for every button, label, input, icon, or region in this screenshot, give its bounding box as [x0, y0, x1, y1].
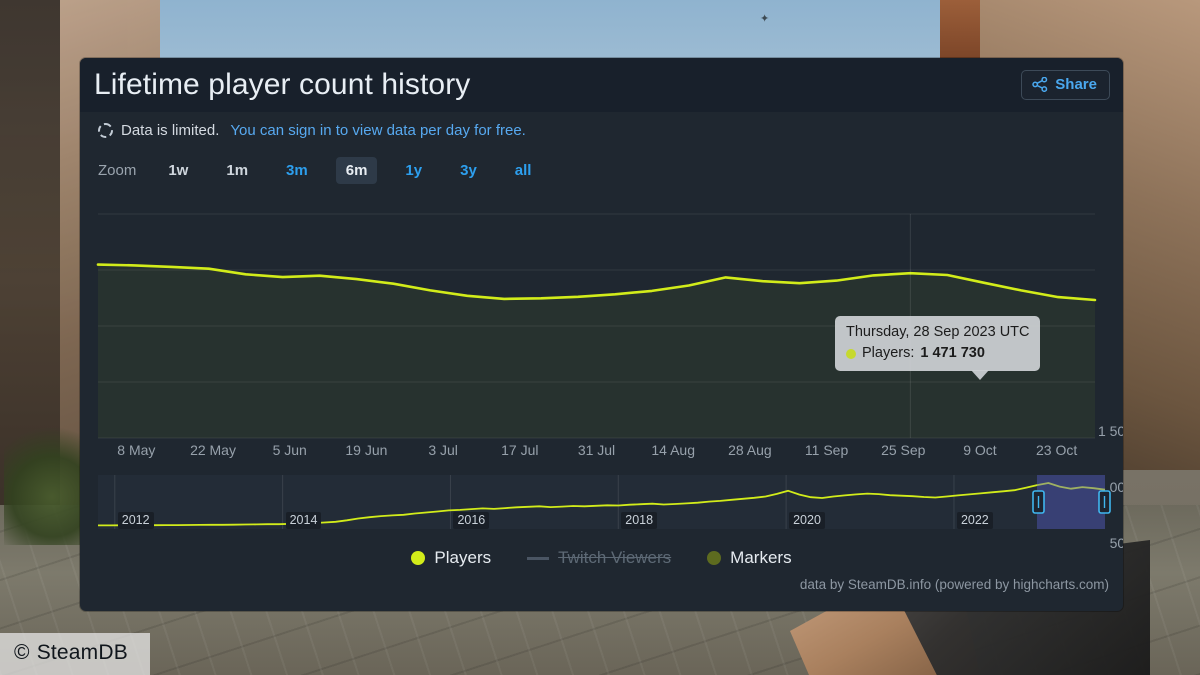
legend-label-markers: Markers [730, 548, 792, 567]
steamdb-watermark: © SteamDB [0, 633, 150, 675]
zoom-button-3y[interactable]: 3y [450, 157, 487, 184]
notice-text: Data is limited. [121, 122, 220, 139]
navigator-handle-right[interactable] [1098, 490, 1111, 514]
zoom-range-selector: Zoom 1w 1m 3m 6m 1y 3y all [80, 147, 1123, 187]
tooltip-series-dot [846, 348, 856, 359]
zoom-button-1m[interactable]: 1m [216, 157, 258, 184]
twitch-legend-dash-icon [527, 556, 550, 560]
chart-tooltip: Thursday, 28 Sep 2023 UTC Players: 1 471… [835, 316, 1040, 381]
navigator-selection-range[interactable] [1037, 475, 1105, 529]
markers-legend-dot-icon [707, 551, 722, 565]
navigator-year-2022: 2022 [956, 512, 993, 529]
legend-item-players[interactable]: Players [411, 548, 491, 568]
copyright-symbol: © [14, 641, 30, 664]
chart-credits[interactable]: data by SteamDB.info (powered by highcha… [80, 575, 1123, 592]
y-axis-label-500k: 500k [1109, 535, 1123, 551]
main-plot-area[interactable]: 1 500k 1 000k 500k 0 8 May 22 May 5 Jun … [80, 185, 1123, 551]
navigator-year-2014: 2014 [285, 512, 322, 529]
bird-icon: ✦ [760, 13, 770, 25]
chart-navigator[interactable]: 2012 2014 2016 2018 2020 2022 [80, 471, 1123, 537]
tooltip-series-row: Players: 1 471 730 [846, 343, 1030, 364]
zoom-button-all[interactable]: all [505, 157, 542, 184]
share-icon [1032, 77, 1048, 92]
sign-in-link[interactable]: You can sign in to view data per day for… [230, 122, 525, 139]
tooltip-value: 1 471 730 [920, 345, 985, 362]
zoom-button-6m[interactable]: 6m [335, 156, 378, 184]
zoom-label: Zoom [98, 161, 137, 179]
players-legend-dot-icon [411, 551, 426, 565]
legend-label-players: Players [434, 548, 492, 567]
loading-spinner-icon [98, 123, 113, 138]
navigator-year-2020: 2020 [789, 512, 825, 529]
y-axis-label-1500k: 1 500k [1097, 423, 1123, 439]
chart-legend: Players Twitch Viewers Markers [80, 541, 1123, 575]
legend-item-twitch-viewers[interactable]: Twitch Viewers [527, 548, 671, 568]
navigator-year-2018: 2018 [621, 512, 658, 529]
tooltip-date: Thursday, 28 Sep 2023 UTC [846, 324, 1030, 340]
navigator-handle-left[interactable] [1032, 490, 1045, 514]
share-button[interactable]: Share [1021, 70, 1110, 100]
y-axis-label-0: 0 [1010, 591, 1123, 607]
zoom-button-3m[interactable]: 3m [276, 157, 318, 184]
watermark-label: SteamDB [36, 641, 128, 664]
x-axis-label-12: 23 Oct [1036, 442, 1078, 458]
navigator-year-2016: 2016 [453, 512, 490, 529]
panel-header: Lifetime player count history Share [80, 58, 1123, 112]
data-limited-notice: Data is limited. You can sign in to view… [80, 112, 1123, 147]
navigator-year-2012: 2012 [117, 512, 154, 529]
legend-label-twitch-viewers: Twitch Viewers [558, 548, 672, 567]
zoom-button-1w[interactable]: 1w [158, 157, 198, 184]
share-button-label: Share [1055, 76, 1097, 93]
legend-item-markers[interactable]: Markers [707, 548, 792, 568]
player-count-chart-panel: Lifetime player count history Share Data… [80, 58, 1123, 611]
tooltip-series-label: Players: [862, 345, 915, 362]
zoom-button-1y[interactable]: 1y [395, 157, 432, 184]
page-title: Lifetime player count history [94, 68, 471, 101]
